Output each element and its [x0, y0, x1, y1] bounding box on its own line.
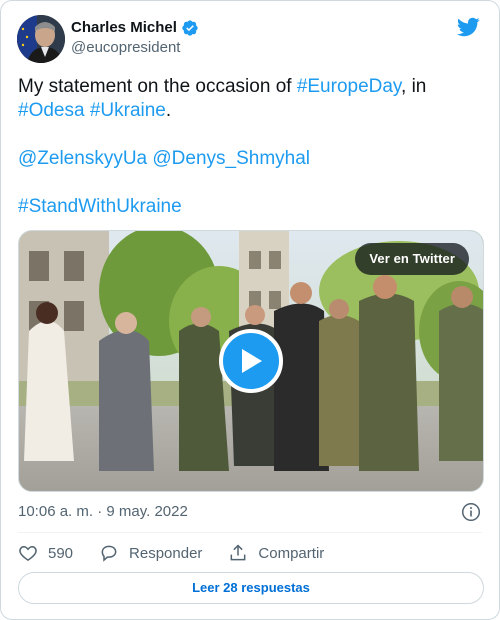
author-handle[interactable]: @eucopresident: [71, 38, 199, 58]
tweet-paragraph-3: #StandWithUkraine: [18, 195, 483, 219]
verified-badge-icon: [181, 19, 199, 37]
author-display-name[interactable]: Charles Michel: [71, 18, 177, 38]
play-icon: [242, 349, 262, 373]
tweet-card: Charles Michel @eucopresident My stateme…: [0, 0, 500, 620]
share-label: Compartir: [258, 544, 325, 562]
heart-icon: [19, 545, 37, 561]
share-icon: [231, 544, 246, 561]
info-icon[interactable]: [461, 502, 481, 522]
tweet-text-segment: .: [165, 100, 172, 121]
reply-button[interactable]: Responder: [99, 543, 202, 563]
twitter-bird-icon[interactable]: [455, 15, 481, 39]
tweet-text-segment: My statement on the occasion of: [18, 76, 297, 97]
tweet-paragraph-2: @ZelenskyyUa @Denys_Shmyhal: [18, 147, 483, 171]
hashtag-ukraine[interactable]: #Ukraine: [90, 100, 166, 121]
video-player[interactable]: Ver en Twitter: [18, 230, 484, 492]
tweet-header: Charles Michel @eucopresident: [17, 15, 483, 65]
mention-denys-shmyhal[interactable]: @Denys_Shmyhal: [152, 148, 310, 169]
like-button[interactable]: 590: [18, 543, 73, 563]
author-names: Charles Michel @eucopresident: [71, 18, 199, 58]
hashtag-standwithukraine[interactable]: #StandWithUkraine: [18, 196, 182, 217]
tweet-timestamp[interactable]: 10:06 a. m. · 9 may. 2022: [18, 502, 188, 522]
reply-icon: [101, 545, 117, 562]
mention-zelenskyyua[interactable]: @ZelenskyyUa: [18, 148, 147, 169]
view-on-twitter-button[interactable]: Ver en Twitter: [355, 243, 469, 275]
tweet-text: My statement on the occasion of #EuropeD…: [18, 75, 483, 219]
read-replies-button[interactable]: Leer 28 respuestas: [18, 572, 484, 604]
tweet-actions: 590 Responder Compartir: [18, 542, 350, 564]
hashtag-europeday[interactable]: #EuropeDay: [297, 76, 401, 97]
hashtag-odesa[interactable]: #Odesa: [18, 100, 85, 121]
divider: [18, 532, 482, 533]
tweet-paragraph-1: My statement on the occasion of #EuropeD…: [18, 75, 483, 123]
like-count: 590: [48, 544, 74, 562]
share-button[interactable]: Compartir: [228, 543, 324, 563]
reply-label: Responder: [129, 544, 203, 562]
play-button[interactable]: [219, 329, 283, 393]
tweet-text-segment: , in: [401, 76, 427, 97]
avatar[interactable]: [17, 15, 65, 63]
